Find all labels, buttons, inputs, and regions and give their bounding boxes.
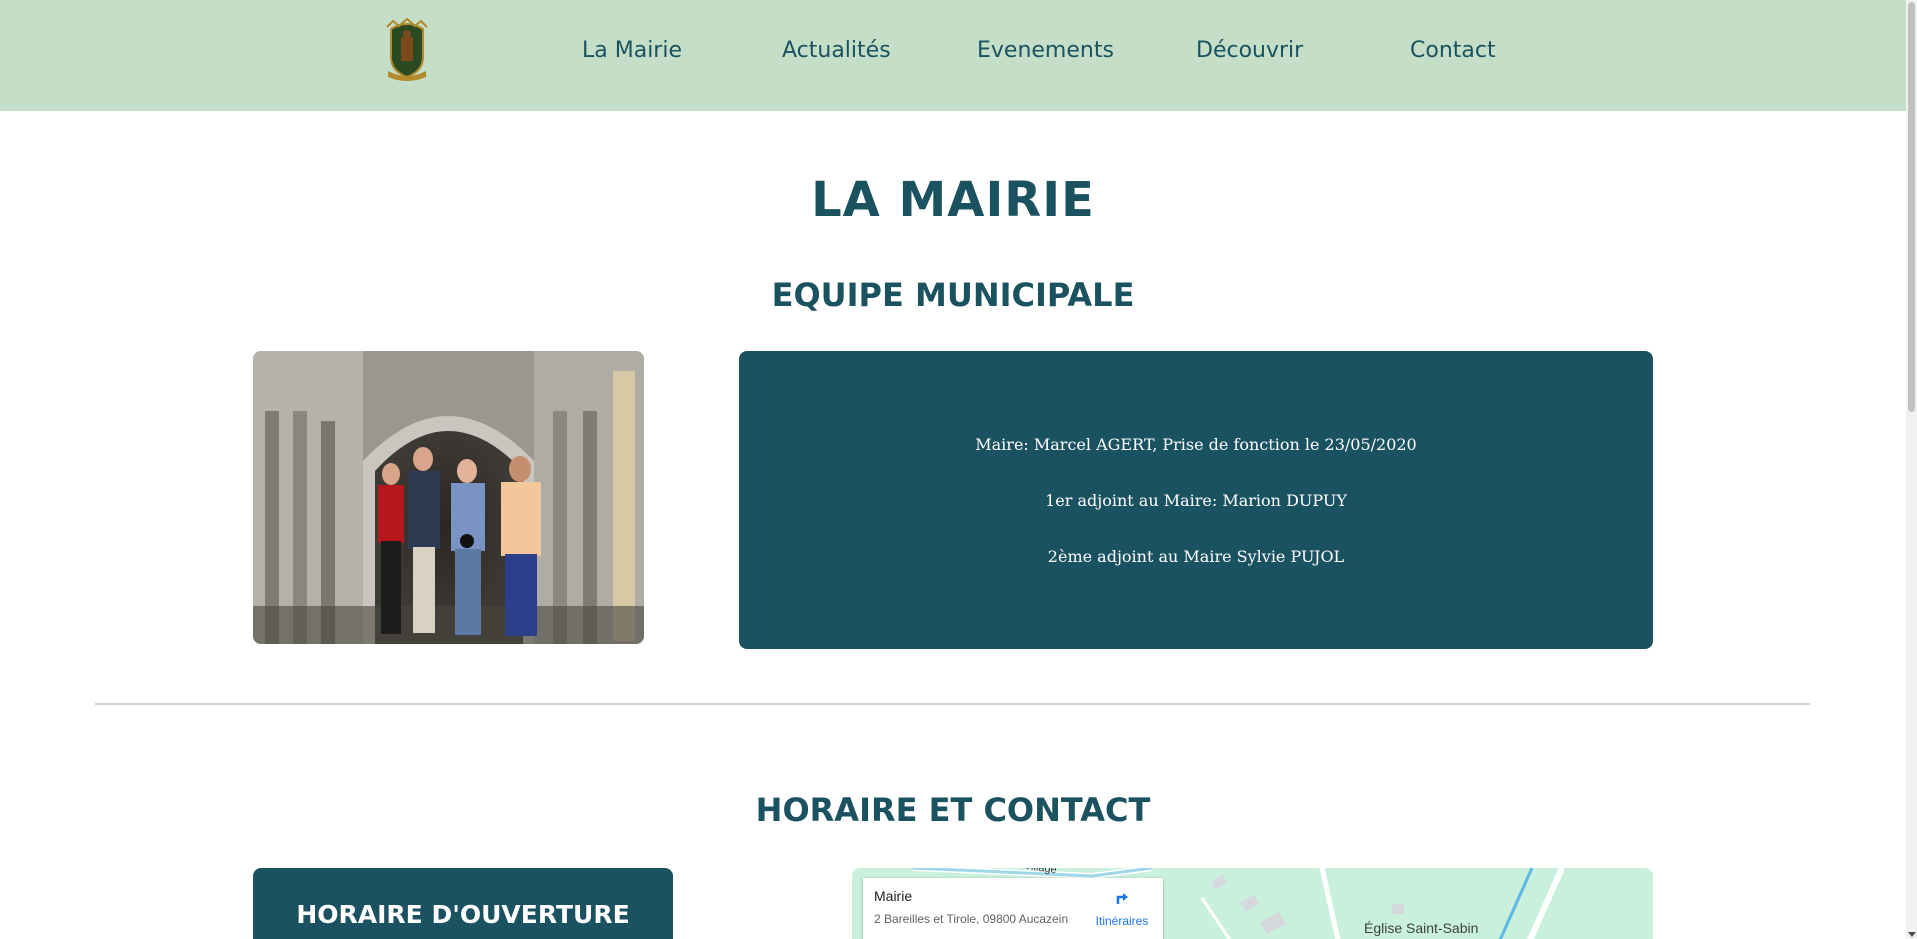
scrollbar-thumb[interactable]: [1908, 2, 1915, 412]
map-directions-button[interactable]: Itinéraires: [1091, 885, 1153, 928]
mayor-line: Maire: Marcel AGERT, Prise de fonction l…: [975, 435, 1417, 454]
team-members-card: Maire: Marcel AGERT, Prise de fonction l…: [739, 351, 1653, 649]
map-place-card: Mairie 2 Bareilles et Tirole, 09800 Auca…: [863, 878, 1163, 939]
map-poi-label[interactable]: Église Saint-Sabin: [1364, 920, 1478, 936]
nav-evenements[interactable]: Evenements: [977, 38, 1114, 63]
team-section-title: EQUIPE MUNICIPALE: [771, 276, 1135, 314]
site-header: La Mairie Actualités Evenements Découvri…: [0, 0, 1906, 111]
map-place-address: 2 Bareilles et Tirole, 09800 Aucazein: [874, 912, 1069, 926]
map-place-name: Mairie: [874, 888, 913, 904]
section-divider: [95, 703, 1810, 705]
opening-hours-title: HORAIRE D'OUVERTURE: [296, 900, 630, 929]
opening-hours-card: HORAIRE D'OUVERTURE: [253, 868, 673, 939]
first-deputy-line: 1er adjoint au Maire: Marion DUPUY: [1045, 491, 1347, 510]
page-title: LA MAIRIE: [811, 172, 1095, 228]
contact-section-title: HORAIRE ET CONTACT: [755, 791, 1151, 829]
nav-decouvrir[interactable]: Découvrir: [1196, 38, 1303, 63]
nav-la-mairie[interactable]: La Mairie: [582, 38, 682, 63]
municipal-team-photo: [253, 351, 644, 644]
location-map[interactable]: Village Mairie 2 Bareilles et Tirole, 09…: [852, 868, 1653, 939]
nav-actualites[interactable]: Actualités: [782, 38, 891, 63]
scroll-down-arrow-icon[interactable]: [1908, 932, 1916, 937]
directions-icon: [1110, 885, 1134, 909]
page-scrollbar[interactable]: [1906, 0, 1917, 939]
second-deputy-line: 2ème adjoint au Maire Sylvie PUJOL: [1047, 547, 1345, 566]
coat-of-arms-logo[interactable]: [385, 17, 429, 83]
nav-contact[interactable]: Contact: [1410, 38, 1496, 63]
map-directions-label: Itinéraires: [1095, 914, 1149, 928]
